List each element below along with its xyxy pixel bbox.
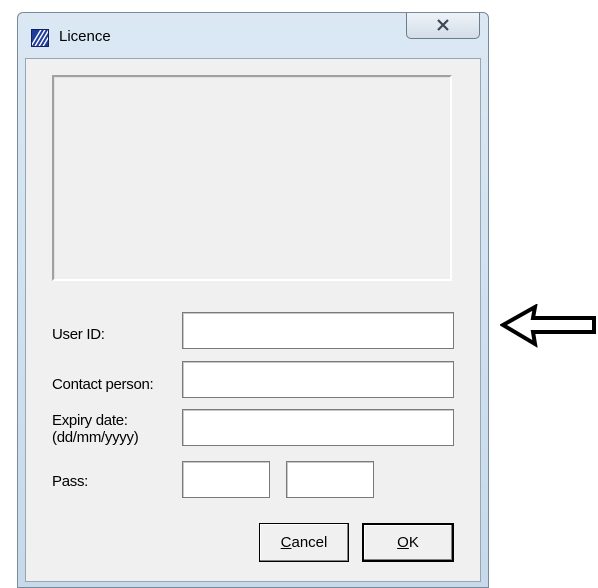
expiry-date-label: Expiry date: xyxy=(52,412,128,429)
close-button[interactable] xyxy=(406,13,480,39)
dialog-body: User ID: Contact person: Expiry date: (d… xyxy=(25,58,481,582)
user-id-field[interactable] xyxy=(182,312,454,349)
user-id-label: User ID: xyxy=(52,326,105,343)
licence-info-panel xyxy=(52,75,452,281)
licence-dialog: Licence User ID: Contact person: Expiry … xyxy=(17,12,489,588)
pass-field-2[interactable] xyxy=(286,461,374,498)
expiry-date-format-label: (dd/mm/yyyy) xyxy=(52,429,139,446)
licence-app-icon xyxy=(31,29,49,47)
window-title: Licence xyxy=(59,28,111,45)
cancel-label: ancel xyxy=(291,534,328,551)
title-bar[interactable]: Licence xyxy=(18,13,488,57)
expiry-date-field[interactable] xyxy=(182,409,454,446)
pass-label: Pass: xyxy=(52,473,89,490)
cancel-accelerator: C xyxy=(280,534,292,551)
contact-person-field[interactable] xyxy=(182,361,454,398)
left-arrow-icon xyxy=(499,303,596,352)
pass-field-1[interactable] xyxy=(182,461,270,498)
contact-person-label: Contact person: xyxy=(52,376,154,393)
close-icon xyxy=(436,16,450,35)
ok-button[interactable]: OK xyxy=(362,523,454,562)
ok-label: K xyxy=(408,534,419,551)
ok-accelerator: O xyxy=(397,534,409,551)
cancel-button[interactable]: Cancel xyxy=(259,523,349,562)
